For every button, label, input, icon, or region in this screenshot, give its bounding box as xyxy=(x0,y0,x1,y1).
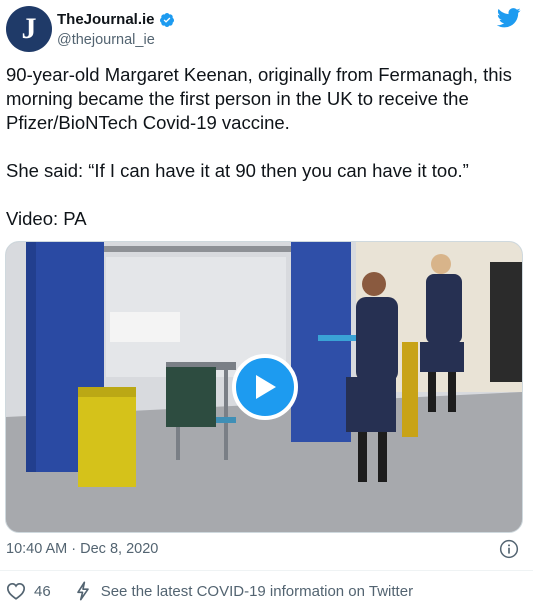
avatar[interactable]: J xyxy=(6,6,52,52)
divider xyxy=(0,570,533,571)
author-name[interactable]: TheJournal.ie xyxy=(57,11,155,28)
heart-icon[interactable] xyxy=(6,582,26,600)
info-icon[interactable] xyxy=(499,539,519,559)
tweet-paragraph: Video: PA xyxy=(6,208,87,229)
tweet-actions: 46 See the latest COVID-19 information o… xyxy=(6,580,413,602)
lightning-icon xyxy=(76,581,89,601)
author-handle[interactable]: @thejournal_ie xyxy=(57,32,155,48)
covid-info-link[interactable]: See the latest COVID-19 information on T… xyxy=(101,583,413,600)
author-name-row[interactable]: TheJournal.ie xyxy=(57,11,175,28)
like-count[interactable]: 46 xyxy=(34,583,51,600)
video-player[interactable] xyxy=(5,241,523,533)
tweet-text: 90-year-old Margaret Keenan, originally … xyxy=(6,63,526,231)
verified-badge-icon xyxy=(159,12,174,27)
play-icon xyxy=(256,375,276,399)
twitter-bird-icon[interactable] xyxy=(497,8,521,28)
tweet-paragraph: 90-year-old Margaret Keenan, originally … xyxy=(6,64,518,133)
play-button[interactable] xyxy=(232,354,298,420)
tweet-header: J TheJournal.ie @thejournal_ie xyxy=(6,6,533,56)
tweet-timestamp[interactable]: 10:40 AM · Dec 8, 2020 xyxy=(6,541,158,557)
tweet-paragraph: She said: “If I can have it at 90 then y… xyxy=(6,160,469,181)
